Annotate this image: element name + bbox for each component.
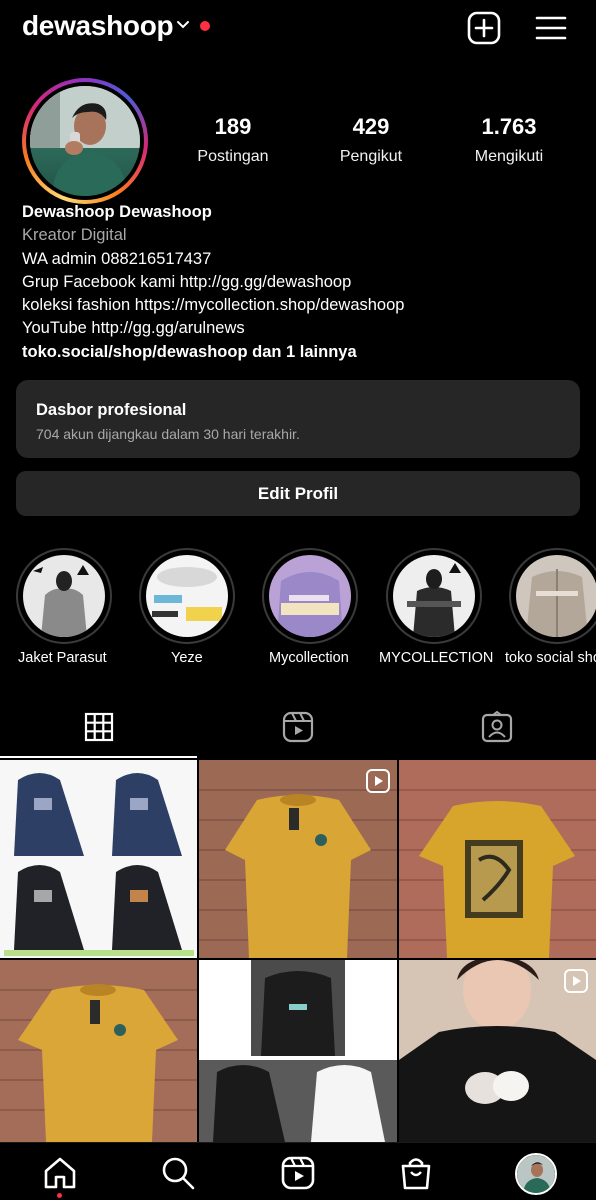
bottom-navigation xyxy=(0,1142,596,1200)
profile-avatar-icon[interactable] xyxy=(515,1153,557,1195)
highlight-label: Yeze xyxy=(171,650,203,666)
highlight-thumbnail xyxy=(269,555,351,637)
followers-count[interactable]: 429 Pengikut xyxy=(301,114,441,166)
grid-icon xyxy=(84,712,114,742)
profile-bio: Dewashoop Dewashoop Kreator Digital WA a… xyxy=(22,201,582,364)
grid-post[interactable] xyxy=(399,960,596,1142)
person-photo-icon xyxy=(30,86,140,196)
highlight-toko-social-shop[interactable] xyxy=(509,548,596,644)
highlight-thumbnail xyxy=(146,555,228,637)
profile-header: dewashoop xyxy=(0,0,596,56)
following-count[interactable]: 1.763 Mengikuti xyxy=(439,114,579,166)
highlight-thumbnail xyxy=(516,555,596,637)
tab-reels[interactable] xyxy=(199,696,397,758)
bio-line[interactable]: Grup Facebook kami http://gg.gg/dewashoo… xyxy=(22,271,582,294)
post-image-hoodies xyxy=(0,760,197,958)
bio-line[interactable]: YouTube http://gg.gg/arulnews xyxy=(22,317,582,340)
username-title[interactable]: dewashoop xyxy=(22,10,174,42)
highlight-label: MYCOLLECTION xyxy=(379,650,494,666)
bio-line[interactable]: koleksi fashion https://mycollection.sho… xyxy=(22,294,582,317)
post-image-mustard-graphic-tshirt xyxy=(399,760,596,958)
post-image-mustard-tshirt xyxy=(199,760,397,958)
profile-category: Kreator Digital xyxy=(22,226,127,245)
dashboard-title: Dasbor profesional xyxy=(36,401,187,419)
display-name: Dewashoop Dewashoop xyxy=(22,203,212,221)
notification-dot xyxy=(200,21,210,31)
profile-avatar[interactable] xyxy=(22,78,148,204)
highlight-label: Mycollection xyxy=(269,650,349,666)
hamburger-menu-icon[interactable] xyxy=(533,10,569,46)
post-image-black-tshirt-bears xyxy=(399,960,596,1142)
highlight-thumbnail xyxy=(393,555,475,637)
chevron-down-icon[interactable] xyxy=(176,18,190,32)
highlight-thumbnail xyxy=(23,555,105,637)
highlight-mycollection[interactable] xyxy=(262,548,358,644)
edit-profile-button[interactable]: Edit Profil xyxy=(16,471,580,516)
grid-post[interactable] xyxy=(199,760,397,958)
home-icon[interactable] xyxy=(42,1155,78,1191)
grid-post[interactable] xyxy=(0,960,197,1142)
grid-post[interactable] xyxy=(399,760,596,958)
highlight-jaket-parasut[interactable] xyxy=(16,548,112,644)
professional-dashboard[interactable]: Dasbor profesional 704 akun dijangkau da… xyxy=(16,380,580,458)
highlight-label: Jaket Parasut xyxy=(18,650,107,666)
tagged-icon xyxy=(481,711,513,743)
bio-line: WA admin 088216517437 xyxy=(22,249,212,268)
reels-icon xyxy=(282,711,314,743)
highlight-yeze[interactable] xyxy=(139,548,235,644)
highlight-mycollection-caps[interactable] xyxy=(386,548,482,644)
active-tab-indicator xyxy=(0,756,197,758)
grid-post[interactable] xyxy=(0,760,197,958)
grid-post[interactable] xyxy=(199,960,397,1142)
dashboard-subtitle: 704 akun dijangkau dalam 30 hari terakhi… xyxy=(36,426,300,442)
profile-links[interactable]: toko.social/shop/dewashoop dan 1 lainnya xyxy=(22,341,582,364)
shop-bag-icon[interactable] xyxy=(398,1155,434,1191)
tab-tagged[interactable] xyxy=(398,696,596,758)
plus-square-icon[interactable] xyxy=(466,10,502,46)
posts-count[interactable]: 189 Postingan xyxy=(163,114,303,166)
post-image-hoodies-bw xyxy=(199,960,397,1142)
avatar-photo xyxy=(30,86,140,196)
post-image-mustard-tshirt xyxy=(0,960,197,1142)
tab-posts-grid[interactable] xyxy=(0,696,198,758)
search-icon[interactable] xyxy=(160,1155,196,1191)
notification-dot xyxy=(57,1193,62,1198)
profile-content-tabs xyxy=(0,696,596,758)
highlight-label: toko social shop xyxy=(505,650,596,666)
avatar-mini xyxy=(517,1155,555,1193)
reels-icon[interactable] xyxy=(280,1155,316,1191)
